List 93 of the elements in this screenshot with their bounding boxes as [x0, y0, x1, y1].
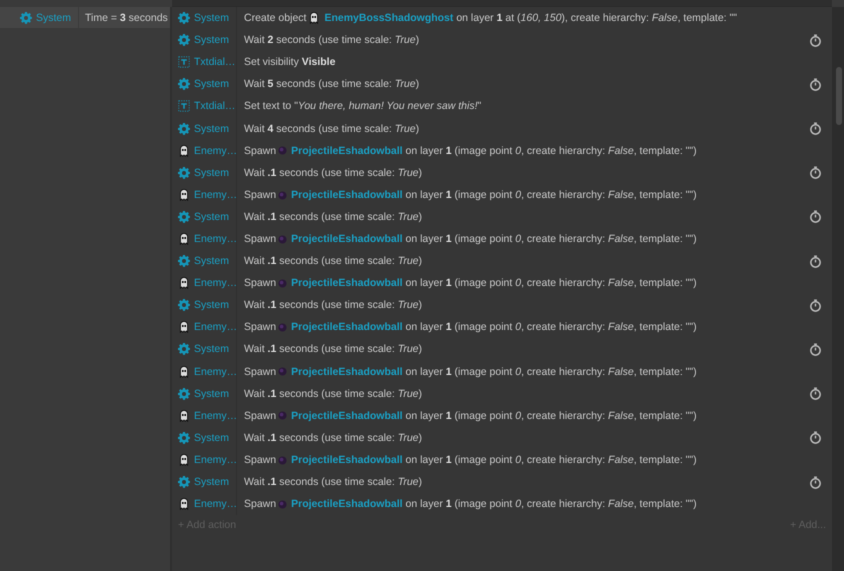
- action-text: Wait 2 seconds (use time scale: True): [244, 34, 420, 46]
- action-text: Spawn ProjectileEshadowball on layer 1 (image point 0, create hierarchy: False, template: ""): [244, 321, 697, 334]
- ghost-sprite-icon: [178, 498, 190, 510]
- action-text: Wait .1 seconds (use time scale: True): [244, 388, 422, 400]
- ball-sprite-icon: [278, 146, 288, 156]
- ball-sprite-icon: [278, 190, 288, 200]
- ball-sprite-icon: [278, 323, 288, 332]
- action-text: Wait .1 seconds (use time scale: True): [244, 210, 422, 223]
- gear-icon: [178, 476, 190, 488]
- ghost-sprite-icon: [178, 366, 190, 378]
- object-link[interactable]: ProjectileEshadowball: [291, 410, 403, 422]
- condition-text: Time = 3 seconds: [84, 12, 168, 24]
- gear-icon: [178, 343, 190, 356]
- ball-sprite-icon: [278, 500, 288, 509]
- object-name: Enemy…: [194, 498, 238, 510]
- ghost-sprite-icon: [178, 144, 190, 157]
- object-link[interactable]: ProjectileEshadowball: [291, 454, 403, 466]
- text-object-icon: [178, 56, 190, 68]
- object-name: Enemy…: [194, 232, 238, 245]
- gear-icon: [178, 255, 190, 268]
- action-text: Spawn ProjectileEshadowball on layer 1 (image point 0, create hierarchy: False, template: ""): [244, 188, 697, 201]
- object-name: Enemy…: [194, 188, 238, 201]
- object-name: System: [194, 78, 230, 90]
- object-link[interactable]: ProjectileEshadowball: [291, 188, 403, 201]
- object-name: Enemy…: [194, 366, 238, 378]
- scrollbar-thumb[interactable]: [836, 67, 842, 125]
- action-text: Set text to "You there, human! You never saw this!": [244, 100, 482, 112]
- action-text: Wait .1 seconds (use time scale: True): [244, 476, 422, 488]
- object-name: Enemy…: [194, 321, 238, 334]
- action-text: Spawn ProjectileEshadowball on layer 1 (image point 0, create hierarchy: False, template: ""): [244, 498, 697, 510]
- object-name: System: [194, 210, 230, 223]
- ball-sprite-icon: [278, 411, 288, 420]
- gear-icon: [178, 166, 190, 179]
- ghost-sprite-icon: [178, 410, 190, 422]
- action-text: Wait 5 seconds (use time scale: True): [244, 78, 420, 90]
- action-text: Spawn ProjectileEshadowball on layer 1 (image point 0, create hierarchy: False, template: ""): [244, 454, 697, 466]
- ghost-sprite-icon: [178, 277, 190, 290]
- object-name: Enemy…: [194, 277, 238, 290]
- gear-icon: [178, 388, 190, 400]
- action-text: Spawn ProjectileEshadowball on layer 1 (image point 0, create hierarchy: False, template: ""): [244, 232, 697, 245]
- gear-icon: [178, 34, 190, 46]
- object-name: System: [194, 476, 230, 488]
- object-name: System: [194, 255, 230, 268]
- action-text: Wait 4 seconds (use time scale: True): [244, 122, 420, 135]
- object-name: System: [194, 432, 230, 444]
- object-name: System: [194, 299, 230, 312]
- object-name: Txtdial…: [194, 56, 236, 68]
- ghost-sprite-icon: [178, 321, 190, 334]
- object-name: Enemy…: [194, 144, 238, 157]
- gear-icon: [178, 122, 190, 135]
- ball-sprite-icon: [278, 234, 288, 244]
- object-link[interactable]: ProjectileEshadowball: [291, 232, 403, 245]
- ghost-sprite-icon: [308, 12, 320, 24]
- action-text: Wait .1 seconds (use time scale: True): [244, 255, 422, 268]
- object-link[interactable]: ProjectileEshadowball: [291, 144, 403, 157]
- object-link[interactable]: ProjectileEshadowball: [291, 498, 403, 510]
- text-object-icon: [178, 100, 190, 112]
- gear-icon: [20, 12, 32, 24]
- object-name: System: [194, 388, 230, 400]
- gear-icon: [178, 12, 190, 24]
- object-link[interactable]: ProjectileEshadowball: [291, 277, 403, 290]
- object-name: System: [194, 343, 230, 356]
- object-name: System: [36, 12, 72, 24]
- object-name: Txtdial…: [194, 100, 236, 112]
- gear-icon: [178, 432, 190, 444]
- ghost-sprite-icon: [178, 188, 190, 201]
- action-text: Wait .1 seconds (use time scale: True): [244, 166, 422, 179]
- object-link[interactable]: EnemyBossShadowghost: [324, 12, 454, 24]
- action-text: Wait .1 seconds (use time scale: True): [244, 343, 422, 356]
- object-name: System: [194, 12, 230, 24]
- gear-icon: [178, 210, 190, 223]
- action-text: Wait .1 seconds (use time scale: True): [244, 299, 422, 312]
- object-link[interactable]: ProjectileEshadowball: [291, 321, 403, 334]
- ghost-sprite-icon: [178, 232, 190, 245]
- action-text: Spawn ProjectileEshadowball on layer 1 (image point 0, create hierarchy: False, template: ""): [244, 277, 697, 290]
- object-name: Enemy…: [194, 410, 238, 422]
- gear-icon: [178, 299, 190, 312]
- action-text: Spawn ProjectileEshadowball on layer 1 (image point 0, create hierarchy: False, template: ""): [244, 366, 697, 378]
- action-text: Wait .1 seconds (use time scale: True): [244, 432, 422, 444]
- ball-sprite-icon: [278, 456, 288, 465]
- ball-sprite-icon: [278, 367, 288, 376]
- action-text: Spawn ProjectileEshadowball on layer 1 (image point 0, create hierarchy: False, template: ""): [244, 144, 697, 157]
- object-name: System: [194, 166, 230, 179]
- ghost-sprite-icon: [178, 454, 190, 466]
- object-name: System: [194, 34, 230, 46]
- action-text: Set visibility Visible: [244, 56, 336, 68]
- object-name: Enemy…: [194, 454, 238, 466]
- action-text: Spawn ProjectileEshadowball on layer 1 (image point 0, create hierarchy: False, template: ""): [244, 410, 697, 422]
- object-link[interactable]: ProjectileEshadowball: [291, 366, 403, 378]
- ball-sprite-icon: [278, 278, 288, 288]
- object-name: System: [194, 122, 230, 135]
- gear-icon: [178, 78, 190, 90]
- action-text: Create object EnemyBossShadowghost on layer 1 at (160, 150), create hierarchy: False, template: "": [244, 12, 737, 24]
